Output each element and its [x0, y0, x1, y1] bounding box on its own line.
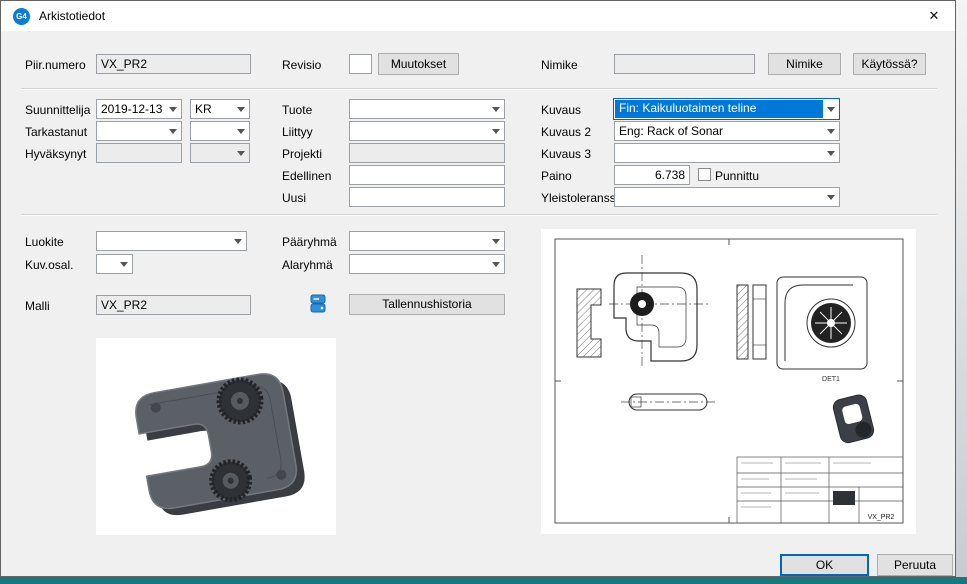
punnittu-checkbox[interactable] [698, 168, 711, 181]
chevron-down-icon [165, 100, 181, 118]
chevron-down-icon [488, 232, 504, 250]
revisio-label: Revisio [282, 58, 321, 72]
kuvaus3-combobox[interactable] [614, 143, 840, 163]
tarkastanut-initials-combobox[interactable] [190, 121, 250, 141]
separator-1 [21, 88, 937, 90]
malli-input[interactable] [96, 295, 251, 315]
muutokset-button[interactable]: Muutokset [378, 53, 459, 75]
luokite-label: Luokite [25, 235, 64, 249]
tuote-label: Tuote [282, 103, 312, 117]
peruuta-button[interactable]: Peruuta [877, 554, 953, 576]
model-3d-preview [96, 338, 336, 535]
yleistoleranssi-combobox[interactable] [614, 187, 840, 207]
luokite-combobox[interactable] [96, 231, 247, 251]
paaryhma-combobox[interactable] [349, 231, 505, 251]
desktop-bottom-strip [0, 577, 967, 584]
suunnittelija-initials-value: KR [191, 100, 233, 118]
chevron-down-icon [165, 122, 181, 140]
uusi-input[interactable] [349, 187, 505, 207]
kuvaus3-label: Kuvaus 3 [541, 147, 591, 161]
suunnittelija-date-value: 2019-12-13 [97, 100, 165, 118]
uusi-label: Uusi [282, 191, 306, 205]
paino-input[interactable] [614, 165, 690, 185]
drawing-part-number: VX_PR2 [868, 514, 895, 521]
chevron-down-icon [488, 100, 504, 118]
tarkastanut-label: Tarkastanut [25, 125, 87, 139]
tallennushistoria-button[interactable]: Tallennushistoria [349, 294, 505, 315]
paino-label: Paino [541, 169, 572, 183]
close-button[interactable]: ✕ [913, 1, 955, 31]
chevron-down-icon [233, 144, 249, 162]
chevron-down-icon [488, 255, 504, 273]
hyvaksynyt-input[interactable] [96, 143, 182, 163]
alaryhma-label: Alaryhmä [282, 258, 333, 272]
kuvaus2-value: Eng: Rack of Sonar [615, 122, 823, 140]
chevron-down-icon [230, 232, 246, 250]
titlebar: G4 Arkistotiedot ✕ [1, 1, 955, 31]
engineering-drawing: DET1 [541, 229, 916, 534]
archive-info-dialog: G4 Arkistotiedot ✕ Piir.numero Revisio M… [0, 0, 956, 577]
nimike-button[interactable]: Nimike [768, 53, 841, 75]
chevron-down-icon [488, 122, 504, 140]
paaryhma-label: Pääryhmä [282, 235, 337, 249]
kuvaus-value: Fin: Kaikuluotaimen teline [615, 100, 823, 118]
tuote-combobox[interactable] [349, 99, 505, 119]
suunnittelija-date-combobox[interactable]: 2019-12-13 [96, 99, 182, 119]
yleistoleranssi-label: Yleistoleranssi [541, 191, 618, 205]
chevron-down-icon [823, 99, 839, 119]
projekti-label: Projekti [282, 147, 322, 161]
kuvaus2-combobox[interactable]: Eng: Rack of Sonar [614, 121, 840, 141]
suunnittelija-initials-combobox[interactable]: KR [190, 99, 250, 119]
kaytossa-button[interactable]: Käytössä? [853, 53, 926, 75]
detail-label: DET1 [822, 376, 840, 383]
edellinen-label: Edellinen [282, 169, 331, 183]
hyvaksynyt-initials-combobox[interactable] [190, 143, 250, 163]
liittyy-label: Liittyy [282, 125, 313, 139]
drawing-preview: DET1 [541, 229, 916, 534]
chevron-down-icon [823, 144, 839, 162]
separator-2 [21, 214, 937, 216]
kuv-osal-combobox[interactable] [96, 254, 133, 274]
suunnittelija-label: Suunnittelija [25, 103, 90, 117]
chevron-down-icon [116, 255, 132, 273]
kuvaus-combobox[interactable]: Fin: Kaikuluotaimen teline [613, 98, 840, 120]
nimike-input[interactable] [614, 54, 755, 74]
chevron-down-icon [823, 188, 839, 206]
nimike-label: Nimike [541, 58, 578, 72]
malli-label: Malli [25, 299, 50, 313]
piir-numero-input[interactable] [96, 54, 251, 74]
chevron-down-icon [233, 122, 249, 140]
piir-numero-label: Piir.numero [25, 58, 86, 72]
chevron-down-icon [823, 122, 839, 140]
revisio-input[interactable] [349, 54, 372, 74]
kuvaus-label: Kuvaus [541, 103, 581, 117]
chevron-down-icon [233, 100, 249, 118]
model-storage-icon [309, 293, 327, 318]
kuv-osal-label: Kuv.osal. [25, 258, 73, 272]
liittyy-combobox[interactable] [349, 121, 505, 141]
ok-button[interactable]: OK [780, 554, 869, 576]
edellinen-input[interactable] [349, 165, 505, 185]
punnittu-label[interactable]: Punnittu [715, 169, 759, 183]
app-icon: G4 [13, 8, 30, 25]
desktop-right-edge [955, 0, 967, 578]
hyvaksynyt-label: Hyväksynyt [25, 147, 86, 161]
tarkastanut-date-combobox[interactable] [96, 121, 182, 141]
window-title: Arkistotiedot [39, 9, 105, 23]
projekti-input[interactable] [349, 143, 505, 163]
kuvaus2-label: Kuvaus 2 [541, 125, 591, 139]
alaryhma-combobox[interactable] [349, 254, 505, 274]
model-3d-image [96, 338, 336, 535]
